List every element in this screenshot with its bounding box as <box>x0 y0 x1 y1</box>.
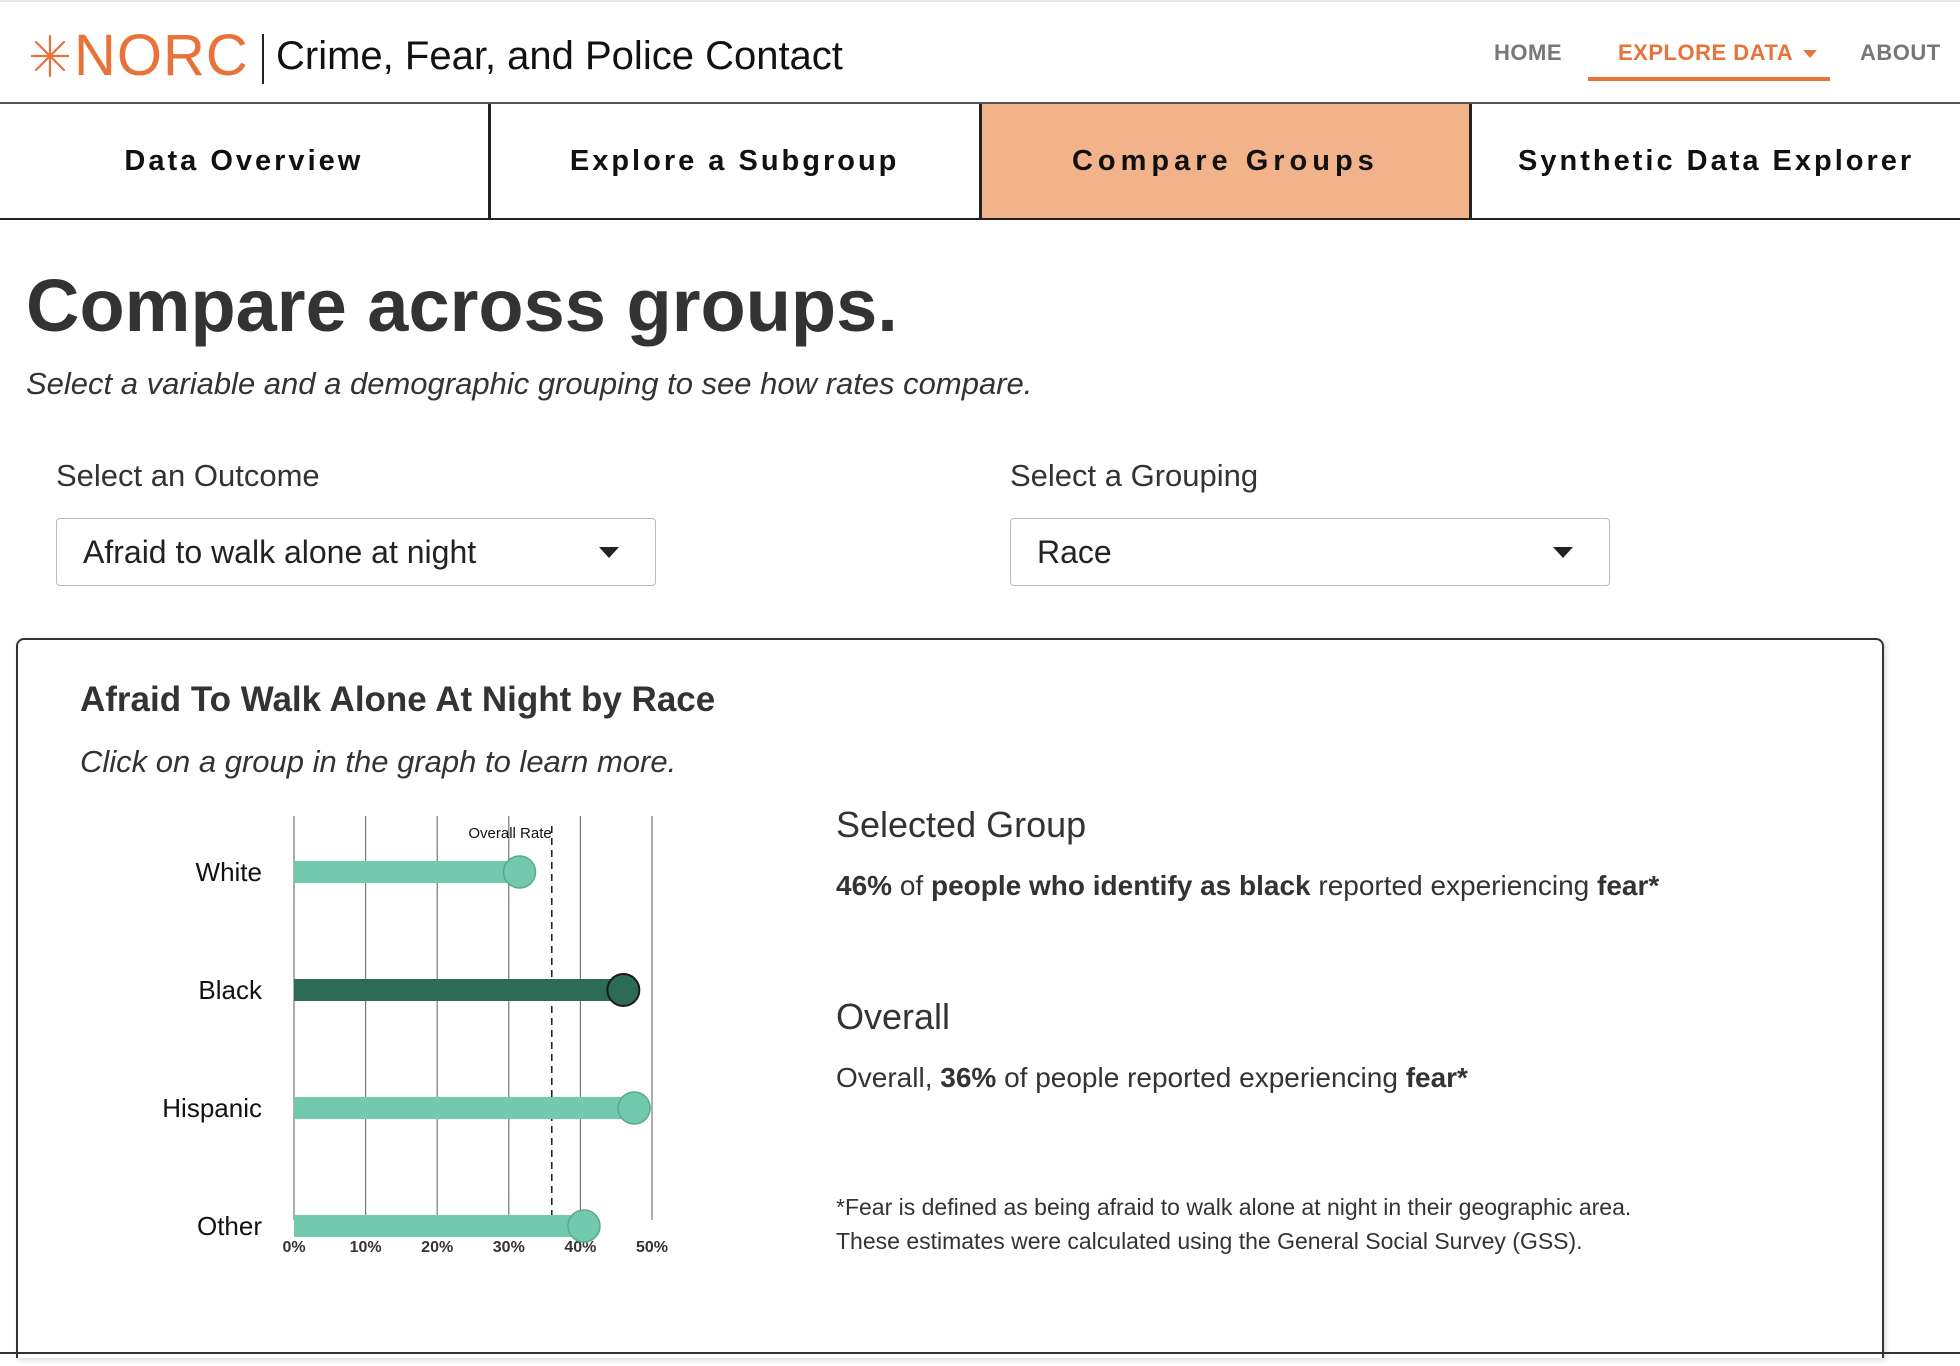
dot-black[interactable] <box>606 973 641 1007</box>
chart-title: Afraid To Walk Alone At Night by Race <box>80 680 716 719</box>
outcome-select[interactable]: Afraid to walk alone at night <box>56 518 656 586</box>
dot-white[interactable] <box>502 855 537 889</box>
tab-explore-subgroup[interactable]: Explore a Subgroup <box>491 104 982 218</box>
overall-outcome: fear* <box>1405 1062 1468 1093</box>
nav-about-link[interactable]: ABOUT <box>1860 40 1941 66</box>
selected-of: of <box>892 870 931 901</box>
grouping-select-value: Race <box>1037 534 1112 570</box>
x-tick-label: 0% <box>282 1239 305 1256</box>
dot-hispanic[interactable] <box>617 1091 651 1125</box>
page-title: Compare across groups. <box>26 264 898 347</box>
overall-mid: of people reported experiencing <box>996 1062 1406 1093</box>
active-nav-underline <box>1588 77 1830 81</box>
bar-black[interactable] <box>294 979 624 1001</box>
norc-logo[interactable]: NORC <box>28 26 249 86</box>
footnote: *Fear is defined as being afraid to walk… <box>836 1190 1631 1258</box>
chart-card: Afraid To Walk Alone At Night by Race Cl… <box>16 638 1884 1358</box>
nav-home-link[interactable]: HOME <box>1494 40 1562 66</box>
overall-pct: 36% <box>940 1062 997 1093</box>
bar-hispanic[interactable] <box>294 1097 635 1119</box>
star-burst-icon <box>30 34 70 78</box>
outcome-select-label: Select an Outcome <box>56 458 320 493</box>
nav-explore-label: EXPLORE DATA <box>1618 40 1794 65</box>
bar-other[interactable] <box>294 1215 584 1237</box>
category-label-white[interactable]: White <box>196 857 262 887</box>
chart-instructions: Click on a group in the graph to learn m… <box>80 744 677 779</box>
overall-summary: Overall, 36% of people reported experien… <box>836 1062 1468 1094</box>
selected-pct: 46% <box>836 870 893 901</box>
logo-text: NORC <box>74 23 249 88</box>
section-tabs: Data Overview Explore a Subgroup Compare… <box>0 104 1960 220</box>
caret-down-icon <box>1803 50 1818 59</box>
page-bottom-rule <box>0 1352 1960 1354</box>
footnote-source: These estimates were calculated using th… <box>836 1228 1583 1254</box>
page-subtitle: Select a variable and a demographic grou… <box>26 366 1033 401</box>
tab-compare-groups[interactable]: Compare Groups <box>981 104 1473 218</box>
x-tick-label: 10% <box>350 1239 382 1256</box>
selected-group-summary: 46% of people who identify as black repo… <box>836 870 1659 902</box>
selected-outcome: fear* <box>1597 870 1660 901</box>
title-divider <box>262 34 264 84</box>
category-label-other[interactable]: Other <box>197 1211 262 1241</box>
top-navbar: NORC Crime, Fear, and Police Contact HOM… <box>0 0 1960 104</box>
lollipop-chart: 0% 10% 20% 30% 40% 50%Overall RateWhiteBlackH… <box>162 816 668 1256</box>
caret-down-icon <box>1553 547 1573 558</box>
caret-down-icon <box>599 547 619 558</box>
footnote-definition: *Fear is defined as being afraid to walk… <box>836 1194 1632 1220</box>
x-tick-label: 30% <box>493 1239 525 1256</box>
bar-white[interactable] <box>294 861 520 883</box>
dot-other[interactable] <box>567 1209 601 1243</box>
category-label-hispanic[interactable]: Hispanic <box>162 1093 262 1123</box>
selected-group-name: people who identify as black <box>930 870 1311 901</box>
x-tick-label: 50% <box>636 1239 668 1256</box>
overall-heading: Overall <box>836 996 951 1037</box>
overall-prefix: Overall, <box>836 1062 941 1093</box>
overall-rate-label: Overall Rate <box>468 825 551 842</box>
selected-mid: reported experiencing <box>1310 870 1598 901</box>
grouping-select-label: Select a Grouping <box>1010 458 1259 493</box>
category-label-black[interactable]: Black <box>198 975 263 1005</box>
outcome-select-value: Afraid to walk alone at night <box>83 534 477 570</box>
tab-data-overview[interactable]: Data Overview <box>0 104 491 218</box>
nav-explore-data-dropdown[interactable]: EXPLORE DATA <box>1618 40 1818 66</box>
site-title: Crime, Fear, and Police Contact <box>276 34 843 78</box>
selected-group-heading: Selected Group <box>836 804 1087 845</box>
x-tick-label: 20% <box>421 1239 453 1256</box>
grouping-select[interactable]: Race <box>1010 518 1610 586</box>
tab-synthetic-data-explorer[interactable]: Synthetic Data Explorer <box>1472 104 1960 218</box>
